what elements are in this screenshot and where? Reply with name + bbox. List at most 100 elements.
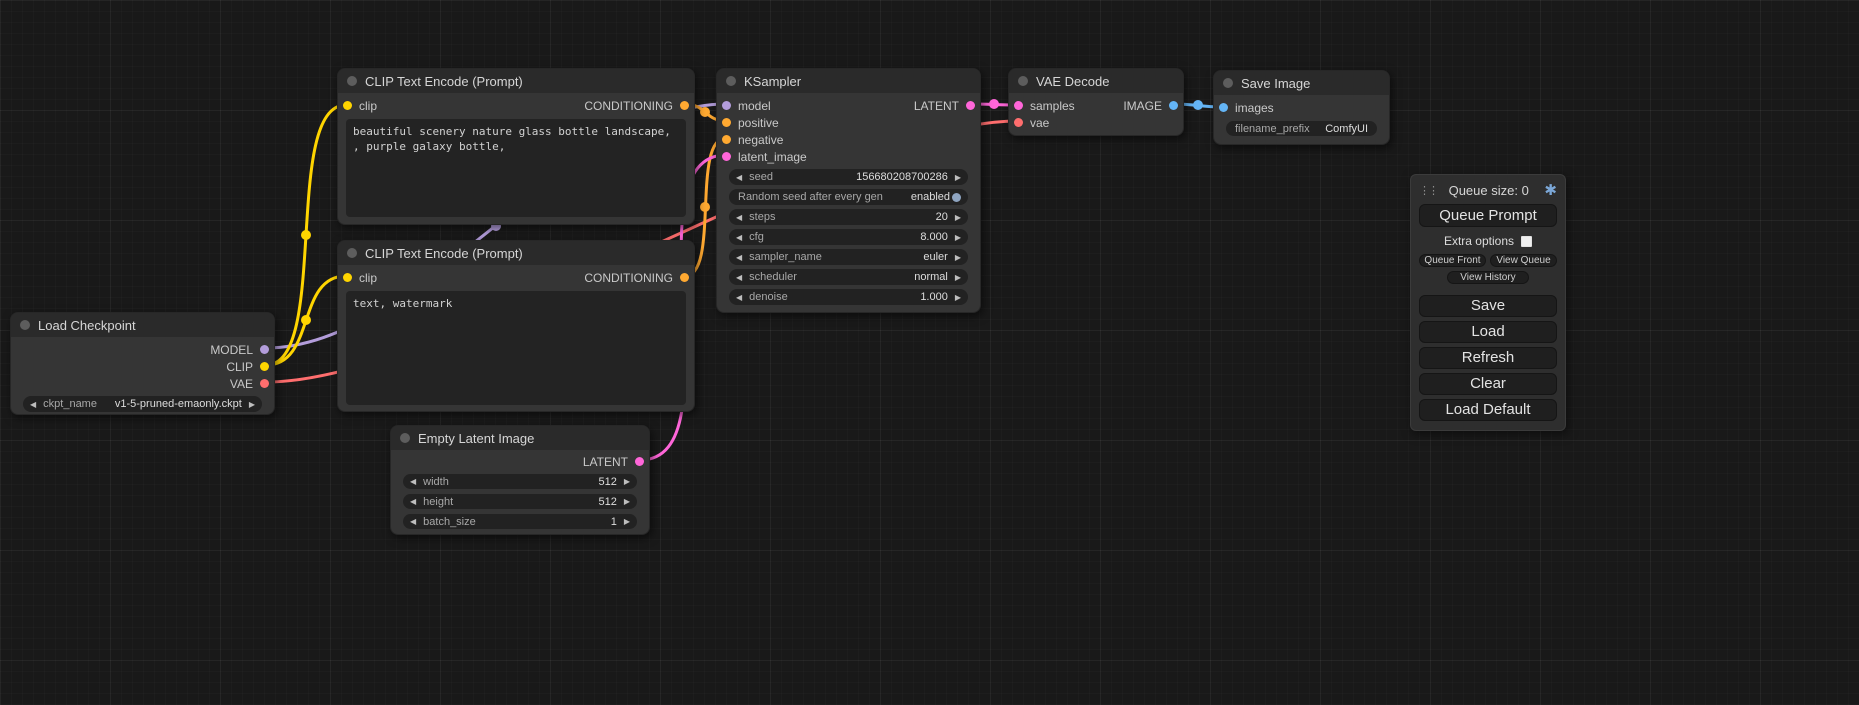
- next-arrow-icon[interactable]: ▶: [955, 173, 961, 182]
- output-label-image: IMAGE: [1123, 99, 1162, 113]
- next-arrow-icon[interactable]: ▶: [624, 497, 630, 506]
- widget-label: denoise: [749, 291, 788, 303]
- node-title-bar[interactable]: Empty Latent Image: [391, 426, 649, 450]
- node-empty-latent-image[interactable]: Empty Latent Image LATENT ◀ width 512 ▶ …: [390, 425, 650, 535]
- output-label-latent: LATENT: [583, 455, 628, 469]
- prev-arrow-icon[interactable]: ◀: [736, 173, 742, 182]
- output-port-clip[interactable]: [260, 362, 269, 371]
- collapse-dot-icon[interactable]: [400, 433, 410, 443]
- queue-prompt-button[interactable]: Queue Prompt: [1419, 204, 1557, 227]
- output-port-conditioning[interactable]: [680, 101, 689, 110]
- seed-widget[interactable]: ◀ seed 156680208700286 ▶: [729, 169, 968, 185]
- next-arrow-icon[interactable]: ▶: [955, 273, 961, 282]
- next-arrow-icon[interactable]: ▶: [955, 253, 961, 262]
- prev-arrow-icon[interactable]: ◀: [736, 273, 742, 282]
- output-port-conditioning[interactable]: [680, 273, 689, 282]
- output-label-conditioning: CONDITIONING: [584, 99, 673, 113]
- output-port-model[interactable]: [260, 345, 269, 354]
- ckpt-name-widget[interactable]: ◀ ckpt_name v1-5-pruned-emaonly.ckpt ▶: [23, 396, 262, 412]
- height-widget[interactable]: ◀ height 512 ▶: [403, 494, 637, 509]
- settings-gear-icon[interactable]: ✱: [1544, 183, 1557, 198]
- input-port-samples[interactable]: [1014, 101, 1023, 110]
- node-graph-canvas[interactable]: Load Checkpoint MODEL CLIP VAE: [0, 0, 1859, 705]
- node-save-image[interactable]: Save Image images filename_prefix ComfyU…: [1213, 70, 1390, 145]
- prev-arrow-icon[interactable]: ◀: [410, 477, 416, 486]
- collapse-dot-icon[interactable]: [20, 320, 30, 330]
- next-arrow-icon[interactable]: ▶: [624, 477, 630, 486]
- refresh-button[interactable]: Refresh: [1419, 347, 1557, 369]
- node-title-bar[interactable]: VAE Decode: [1009, 69, 1183, 93]
- load-button[interactable]: Load: [1419, 321, 1557, 343]
- output-label-conditioning: CONDITIONING: [584, 271, 673, 285]
- input-port-negative[interactable]: [722, 135, 731, 144]
- widget-value: v1-5-pruned-emaonly.ckpt: [115, 398, 242, 410]
- input-label-clip: clip: [359, 271, 377, 285]
- collapse-dot-icon[interactable]: [1223, 78, 1233, 88]
- node-title-bar[interactable]: KSampler: [717, 69, 980, 93]
- next-arrow-icon[interactable]: ▶: [624, 517, 630, 526]
- next-arrow-icon[interactable]: ▶: [955, 213, 961, 222]
- input-port-clip[interactable]: [343, 101, 352, 110]
- node-vae-decode[interactable]: VAE Decode samples IMAGE vae: [1008, 68, 1184, 136]
- widget-label: sampler_name: [749, 251, 822, 263]
- node-ksampler[interactable]: KSampler model LATENT positive: [716, 68, 981, 313]
- node-title-bar[interactable]: Load Checkpoint: [11, 313, 274, 337]
- cfg-widget[interactable]: ◀ cfg 8.000 ▶: [729, 229, 968, 245]
- output-port-image[interactable]: [1169, 101, 1178, 110]
- next-arrow-icon[interactable]: ▶: [955, 233, 961, 242]
- input-port-clip[interactable]: [343, 273, 352, 282]
- view-history-button[interactable]: View History: [1447, 271, 1529, 284]
- node-title-bar[interactable]: CLIP Text Encode (Prompt): [338, 69, 694, 93]
- prev-arrow-icon[interactable]: ◀: [736, 213, 742, 222]
- widget-value: 156680208700286: [856, 171, 948, 183]
- input-label-positive: positive: [738, 116, 779, 130]
- widget-label: width: [423, 476, 449, 488]
- prev-arrow-icon[interactable]: ◀: [736, 233, 742, 242]
- output-port-latent[interactable]: [635, 457, 644, 466]
- node-clip-text-encode-negative[interactable]: CLIP Text Encode (Prompt) clip CONDITION…: [337, 240, 695, 412]
- input-port-images[interactable]: [1219, 103, 1228, 112]
- collapse-dot-icon[interactable]: [347, 76, 357, 86]
- drag-handle-icon[interactable]: ⋮⋮: [1419, 184, 1433, 197]
- queue-front-button[interactable]: Queue Front: [1419, 254, 1486, 267]
- input-port-vae[interactable]: [1014, 118, 1023, 127]
- toggle-knob-icon[interactable]: [952, 193, 961, 202]
- batch-size-widget[interactable]: ◀ batch_size 1 ▶: [403, 514, 637, 529]
- node-title-bar[interactable]: CLIP Text Encode (Prompt): [338, 241, 694, 265]
- collapse-dot-icon[interactable]: [347, 248, 357, 258]
- prev-arrow-icon[interactable]: ◀: [30, 400, 36, 409]
- sampler-name-widget[interactable]: ◀ sampler_name euler ▶: [729, 249, 968, 265]
- load-default-button[interactable]: Load Default: [1419, 399, 1557, 421]
- input-port-positive[interactable]: [722, 118, 731, 127]
- width-widget[interactable]: ◀ width 512 ▶: [403, 474, 637, 489]
- node-title-bar[interactable]: Save Image: [1214, 71, 1389, 95]
- clear-button[interactable]: Clear: [1419, 373, 1557, 395]
- next-arrow-icon[interactable]: ▶: [249, 400, 255, 409]
- input-port-model[interactable]: [722, 101, 731, 110]
- collapse-dot-icon[interactable]: [1018, 76, 1028, 86]
- negative-prompt-textarea[interactable]: text, watermark: [346, 291, 686, 405]
- positive-prompt-textarea[interactable]: beautiful scenery nature glass bottle la…: [346, 119, 686, 217]
- widget-value: 1: [611, 516, 617, 528]
- collapse-dot-icon[interactable]: [726, 76, 736, 86]
- view-queue-button[interactable]: View Queue: [1490, 254, 1557, 267]
- random-seed-toggle-widget[interactable]: Random seed after every gen enabled: [729, 189, 968, 205]
- input-port-latent-image[interactable]: [722, 152, 731, 161]
- output-label-clip: CLIP: [226, 360, 253, 374]
- prev-arrow-icon[interactable]: ◀: [410, 497, 416, 506]
- node-load-checkpoint[interactable]: Load Checkpoint MODEL CLIP VAE: [10, 312, 275, 415]
- next-arrow-icon[interactable]: ▶: [955, 293, 961, 302]
- filename-prefix-widget[interactable]: filename_prefix ComfyUI: [1226, 121, 1377, 136]
- widget-value: 8.000: [920, 231, 948, 243]
- prev-arrow-icon[interactable]: ◀: [736, 293, 742, 302]
- scheduler-widget[interactable]: ◀ scheduler normal ▶: [729, 269, 968, 285]
- output-port-latent[interactable]: [966, 101, 975, 110]
- steps-widget[interactable]: ◀ steps 20 ▶: [729, 209, 968, 225]
- output-port-vae[interactable]: [260, 379, 269, 388]
- prev-arrow-icon[interactable]: ◀: [736, 253, 742, 262]
- node-clip-text-encode-positive[interactable]: CLIP Text Encode (Prompt) clip CONDITION…: [337, 68, 695, 225]
- save-button[interactable]: Save: [1419, 295, 1557, 317]
- prev-arrow-icon[interactable]: ◀: [410, 517, 416, 526]
- denoise-widget[interactable]: ◀ denoise 1.000 ▶: [729, 289, 968, 305]
- extra-options-checkbox[interactable]: [1521, 236, 1532, 247]
